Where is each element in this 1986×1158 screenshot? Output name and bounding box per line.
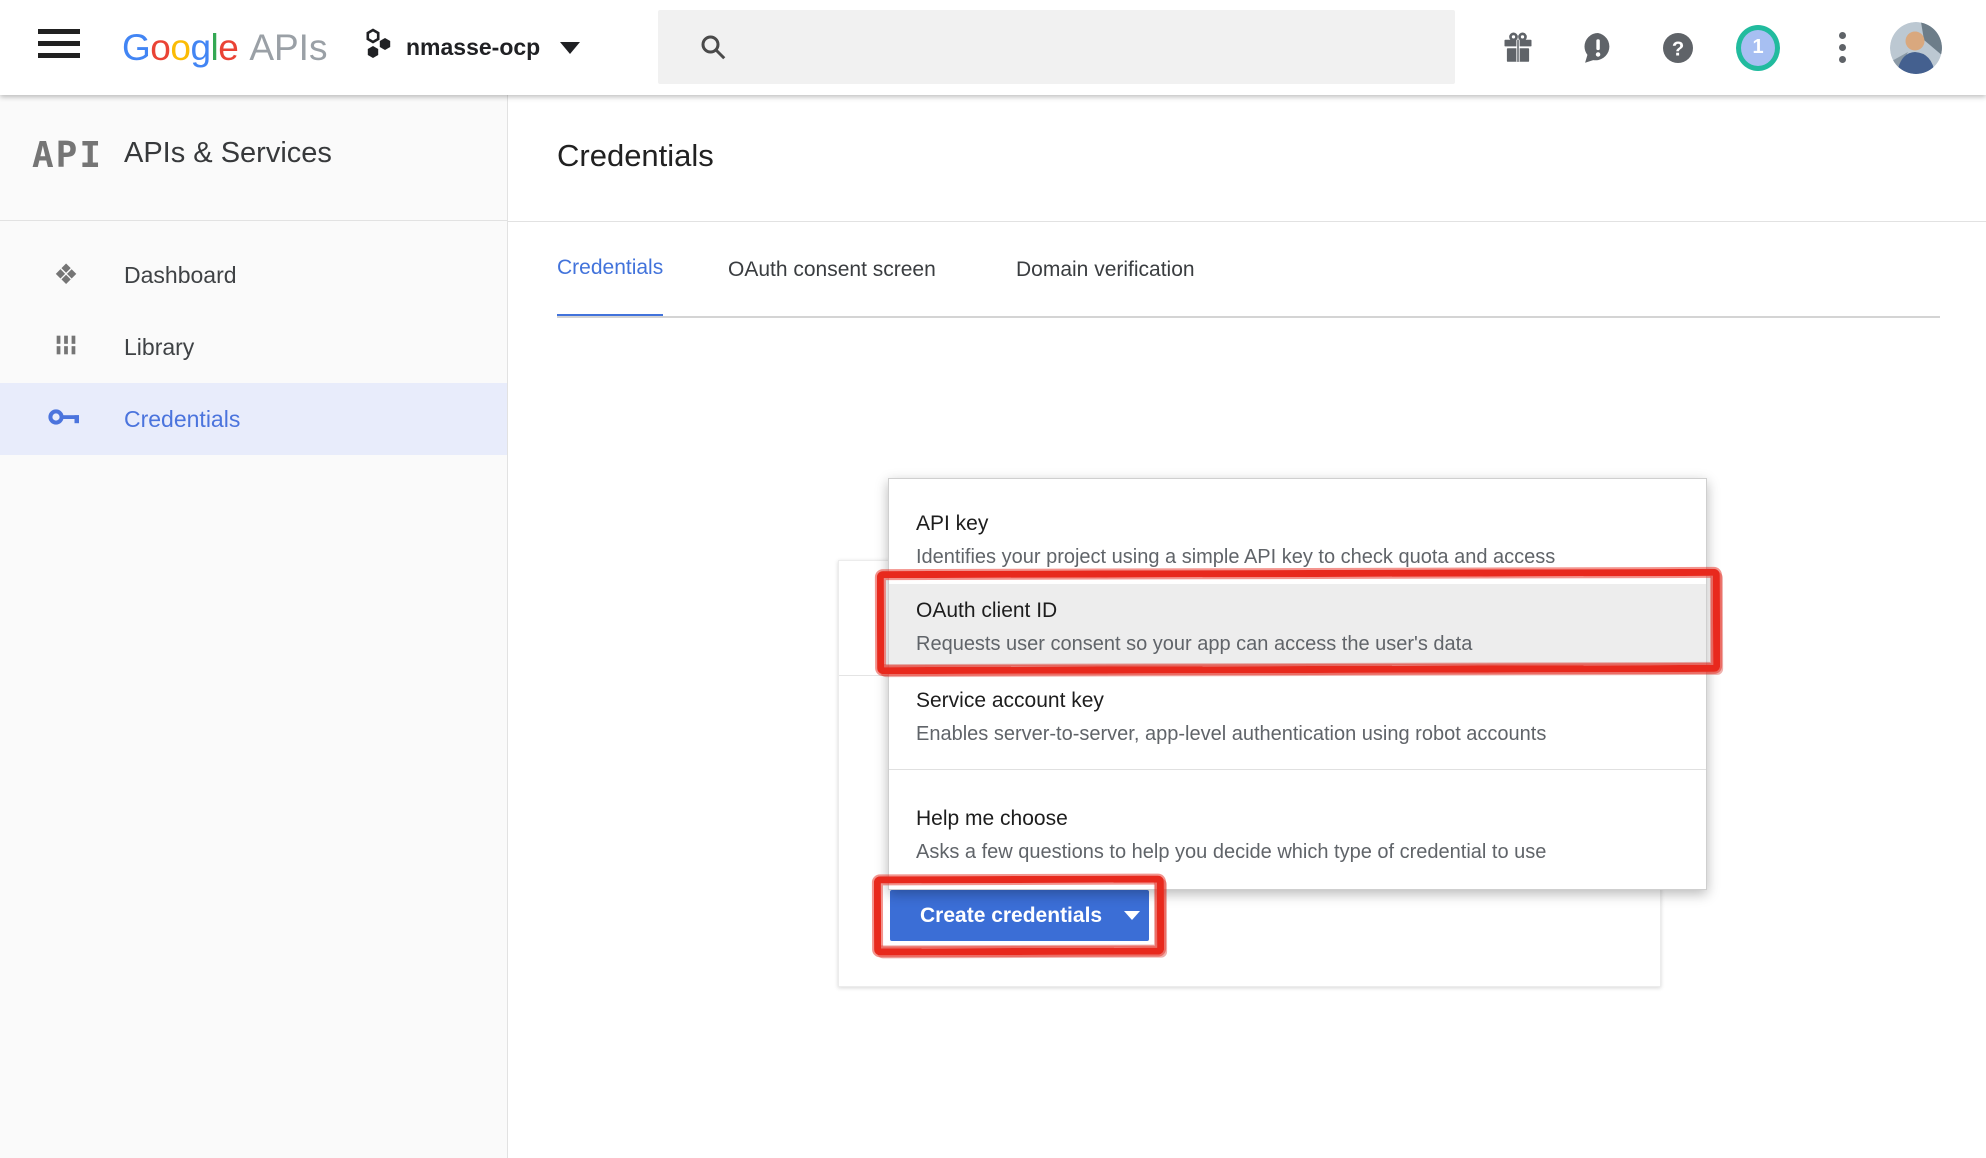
logo-suffix: APIs — [249, 27, 327, 69]
sidebar-header: API APIs & Services — [0, 95, 507, 221]
gift-icon[interactable] — [1496, 0, 1540, 95]
notification-count: 1 — [1736, 25, 1780, 71]
chevron-down-icon — [560, 42, 580, 54]
key-icon — [46, 406, 86, 433]
menu-item-title: Service account key — [916, 686, 1706, 716]
logo-letter: o — [170, 27, 190, 69]
logo-letter: e — [218, 27, 238, 69]
menu-item-title: Help me choose — [916, 804, 1706, 834]
create-credentials-button[interactable]: Create credentials — [890, 890, 1149, 941]
create-credentials-menu: API key Identifies your project using a … — [888, 478, 1707, 890]
sidebar-item-label: Credentials — [124, 406, 240, 433]
menu-hamburger-icon[interactable] — [38, 29, 80, 65]
menu-item-description: Asks a few questions to help you decide … — [916, 837, 1706, 867]
avatar[interactable] — [1890, 0, 1942, 95]
sidebar-item-dashboard[interactable]: ❖ Dashboard — [0, 239, 507, 311]
menu-item-title: OAuth client ID — [916, 596, 1706, 626]
app-bar: G o o g l e APIs nmasse-ocp — [0, 0, 1986, 95]
sidebar: API APIs & Services ❖ Dashboard Library — [0, 95, 508, 1158]
service-account-key-menu-item[interactable]: Service account key Enables server-to-se… — [889, 668, 1706, 768]
create-credentials-label: Create credentials — [920, 904, 1102, 928]
feedback-icon[interactable] — [1576, 0, 1620, 95]
sidebar-title: APIs & Services — [124, 137, 332, 170]
tab-credentials[interactable]: Credentials — [557, 222, 663, 318]
google-apis-console: G o o g l e APIs nmasse-ocp — [0, 0, 1986, 1158]
tab-domain-verification[interactable]: Domain verification — [1016, 222, 1195, 318]
menu-item-description: Enables server-to-server, app-level auth… — [916, 719, 1706, 749]
oauth-client-id-menu-item[interactable]: OAuth client ID Requests user consent so… — [889, 584, 1706, 668]
tab-divider — [557, 316, 1940, 318]
google-apis-logo[interactable]: G o o g l e APIs — [122, 0, 327, 95]
sidebar-item-label: Library — [124, 334, 194, 361]
help-me-choose-menu-item[interactable]: Help me choose Asks a few questions to h… — [889, 770, 1706, 890]
search-bar[interactable] — [658, 10, 1455, 84]
dashboard-icon: ❖ — [46, 261, 86, 289]
logo-letter: G — [122, 27, 150, 69]
tab-bar: Credentials OAuth consent screen Domain … — [508, 222, 1986, 318]
project-hexagons-icon — [362, 28, 394, 67]
chevron-down-icon — [1124, 911, 1140, 920]
sidebar-item-library[interactable]: Library — [0, 311, 507, 383]
svg-text:?: ? — [1672, 38, 1684, 60]
help-icon[interactable]: ? — [1656, 0, 1700, 95]
menu-item-description: Requests user consent so your app can ac… — [916, 629, 1706, 659]
project-selector[interactable]: nmasse-ocp — [362, 0, 580, 95]
menu-item-description: Identifies your project using a simple A… — [916, 542, 1706, 572]
page-header: Credentials — [508, 95, 1986, 222]
logo-letter: o — [150, 27, 170, 69]
api-key-menu-item[interactable]: API key Identifies your project using a … — [889, 479, 1706, 584]
sidebar-nav: ❖ Dashboard Library — [0, 221, 507, 455]
sidebar-item-credentials[interactable]: Credentials — [0, 383, 507, 455]
sidebar-item-label: Dashboard — [124, 262, 237, 289]
search-icon — [698, 32, 728, 62]
library-icon — [46, 331, 86, 364]
project-name: nmasse-ocp — [406, 34, 540, 61]
menu-item-title: API key — [916, 509, 1706, 539]
api-product-logo: API — [32, 135, 103, 176]
notifications-badge[interactable]: 1 — [1736, 0, 1780, 95]
search-input[interactable] — [744, 36, 1424, 59]
page-title: Credentials — [557, 138, 714, 174]
logo-letter: l — [211, 27, 219, 69]
tab-oauth-consent-screen[interactable]: OAuth consent screen — [728, 222, 936, 318]
overflow-menu-icon[interactable] — [1820, 0, 1864, 95]
logo-letter: g — [190, 27, 210, 69]
